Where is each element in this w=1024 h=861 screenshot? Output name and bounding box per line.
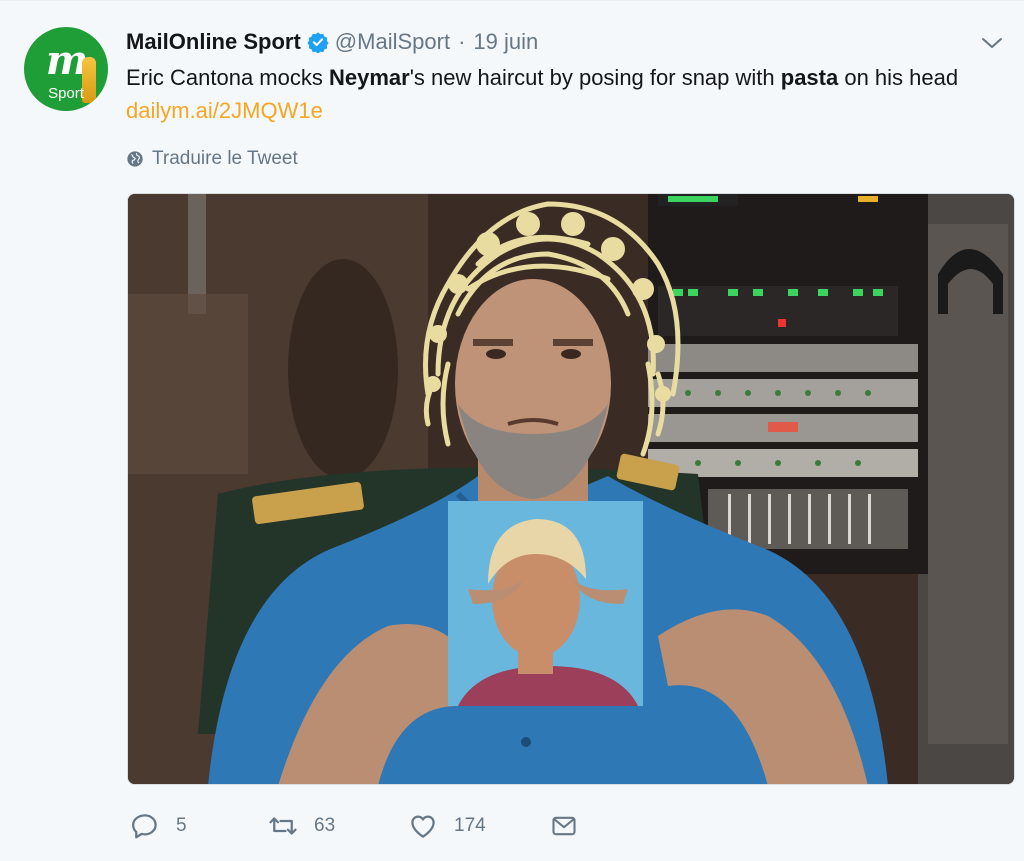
- translate-tweet-link[interactable]: Traduire le Tweet: [126, 147, 298, 171]
- envelope-icon: [552, 816, 576, 836]
- avatar-sport-label: Sport: [48, 85, 84, 102]
- reply-icon: [132, 814, 157, 839]
- retweet-button[interactable]: 63: [268, 811, 408, 841]
- chevron-down-icon[interactable]: [980, 33, 1004, 53]
- tweet-card[interactable]: m Sport MailOnline Sport @MailSport · 19…: [0, 0, 1024, 861]
- translate-label: Traduire le Tweet: [152, 148, 298, 169]
- verified-badge-icon: [307, 31, 329, 54]
- separator-dot: ·: [458, 29, 466, 54]
- display-name[interactable]: MailOnline Sport: [126, 29, 301, 55]
- tweet-link[interactable]: dailym.ai/2JMQW1e: [126, 98, 323, 123]
- tweet-text-part: 's new haircut by posing for snap with: [409, 65, 781, 90]
- retweet-icon: [269, 817, 297, 835]
- globe-icon: [127, 151, 143, 167]
- like-count: 174: [454, 815, 486, 836]
- tweet-date[interactable]: 19 juin: [473, 29, 538, 55]
- photo-illustration: [128, 194, 1014, 784]
- tweet-text-bold: Neymar: [328, 65, 410, 90]
- heart-icon: [411, 815, 435, 838]
- avatar[interactable]: m Sport: [24, 27, 108, 111]
- tweet-photo[interactable]: [127, 193, 1015, 785]
- tweet-text-bold: pasta: [780, 65, 839, 90]
- like-button[interactable]: 174: [408, 811, 550, 841]
- retweet-count: 63: [314, 815, 336, 836]
- tweet-header: MailOnline Sport @MailSport · 19 juin: [126, 27, 538, 57]
- tweet-text: Eric Cantona mocks Neymar's new haircut …: [126, 61, 1006, 127]
- tweet-actions: 5 63 174: [130, 809, 594, 843]
- user-handle[interactable]: @MailSport: [335, 29, 450, 55]
- direct-message-button[interactable]: [550, 812, 594, 840]
- tweet-text-part: Eric Cantona mocks: [126, 65, 329, 90]
- tweet-text-part: on his head: [838, 65, 959, 90]
- reply-button[interactable]: 5: [130, 811, 268, 841]
- reply-count: 5: [176, 815, 187, 836]
